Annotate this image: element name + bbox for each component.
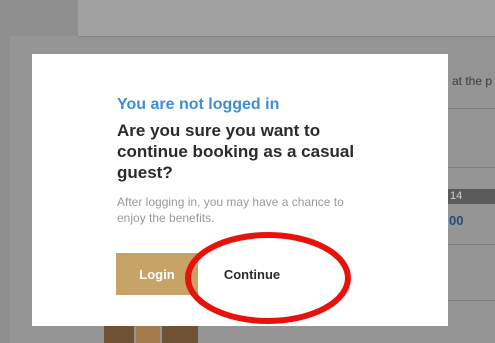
background-divider	[448, 108, 495, 109]
background-divider	[448, 244, 495, 245]
background-header-card	[78, 0, 495, 37]
background-divider	[448, 300, 495, 301]
background-side-text: at the p	[452, 74, 493, 88]
login-button[interactable]: Login	[116, 253, 198, 295]
continue-button[interactable]: Continue	[204, 253, 300, 295]
background-hotel-thumbnail	[162, 326, 198, 343]
background-price-value: 00	[449, 213, 464, 228]
background-price-badge: 14	[448, 189, 495, 204]
dialog-title: You are not logged in	[117, 96, 280, 113]
background-hotel-thumbnail	[136, 326, 160, 343]
login-prompt-dialog: You are not logged in Are you sure you w…	[32, 54, 448, 326]
dialog-note: After logging in, you may have a chance …	[117, 195, 344, 225]
background-hotel-thumbnail	[104, 326, 134, 343]
dialog-question: Are you sure you want to continue bookin…	[117, 121, 355, 182]
background-divider	[448, 167, 495, 168]
